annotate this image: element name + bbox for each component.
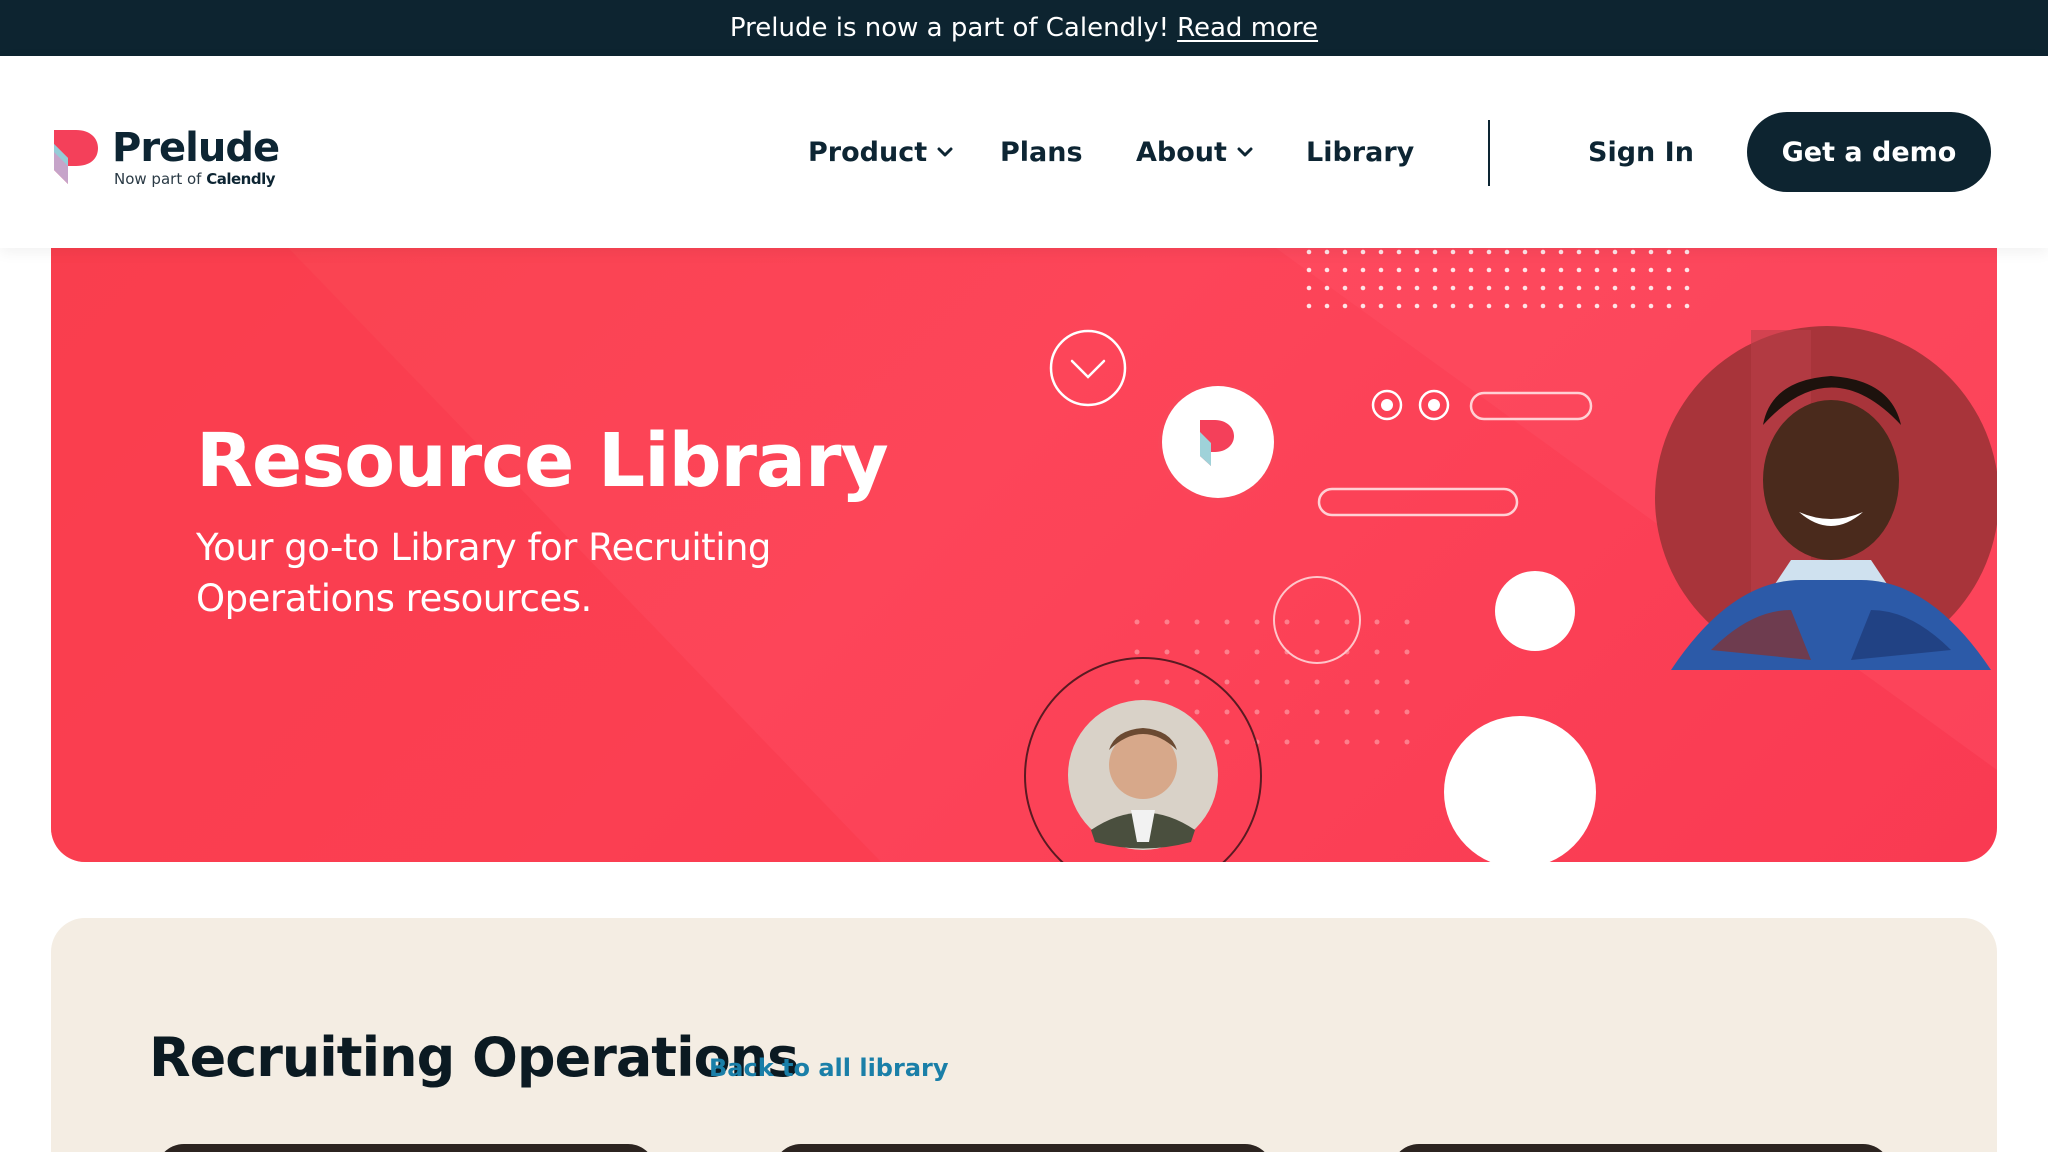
logo-tagline-brand: Calendly: [206, 170, 275, 188]
logo-tagline: Now part of Calendly: [114, 170, 275, 188]
get-demo-button[interactable]: Get a demo: [1747, 112, 1991, 192]
nav-product[interactable]: Product: [808, 132, 953, 172]
nav-library[interactable]: Library: [1306, 132, 1414, 172]
nav-plans[interactable]: Plans: [1000, 132, 1083, 172]
section-title: Recruiting Operations: [149, 1026, 799, 1089]
hero-subtitle: Your go-to Library for Recruiting Operat…: [196, 526, 771, 620]
nav-about[interactable]: About: [1136, 132, 1253, 172]
resource-card[interactable]: [156, 1144, 656, 1152]
nav-library-label: Library: [1306, 136, 1415, 168]
chevron-down-icon: [937, 147, 953, 157]
library-section: Recruiting Operations Back to all librar…: [51, 918, 1997, 1152]
site-header: Prelude Now part of Calendly Product Pla…: [0, 56, 2048, 248]
announcement-text: Prelude is now a part of Calendly!: [729, 13, 1170, 43]
prelude-logo[interactable]: Prelude Now part of Calendly: [54, 126, 284, 188]
logo-wordmark: Prelude: [112, 125, 280, 171]
sign-in-label: Sign In: [1588, 136, 1694, 168]
nav-about-label: About: [1136, 136, 1227, 168]
logo-tagline-prefix: Now part of: [114, 170, 202, 188]
announcement-bar: Prelude is now a part of Calendly! Read …: [0, 0, 2048, 56]
resource-card[interactable]: [773, 1144, 1273, 1152]
nav-product-label: Product: [808, 136, 928, 168]
nav-plans-label: Plans: [1000, 136, 1083, 168]
back-to-library-link[interactable]: Back to all library: [709, 1054, 949, 1082]
nav-divider: [1488, 120, 1490, 186]
read-more-link[interactable]: Read more: [1177, 13, 1318, 43]
resource-card[interactable]: [1391, 1144, 1891, 1152]
chevron-down-icon: [1237, 147, 1253, 157]
hero-title: Resource Library: [196, 418, 889, 504]
sign-in-link[interactable]: Sign In: [1588, 132, 1694, 172]
prelude-logo-icon: [54, 130, 98, 184]
hero-banner: Resource Library Your go-to Library for …: [51, 230, 1997, 862]
